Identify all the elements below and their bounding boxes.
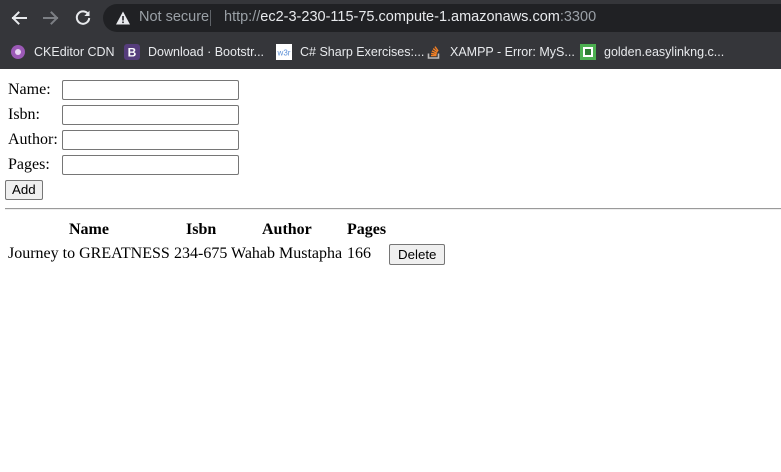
url-text[interactable]: http://ec2-3-230-115-75.compute-1.amazon… xyxy=(224,9,596,25)
browser-chrome: Not secure http://ec2-3-230-115-75.compu… xyxy=(0,0,781,69)
forward-button[interactable] xyxy=(40,7,62,29)
bookmark-label: golden.easylinkng.c... xyxy=(604,45,725,59)
url-scheme: http:// xyxy=(224,9,261,25)
cell-name: Journey to GREATNESS xyxy=(8,245,170,262)
column-header-author: Author xyxy=(262,221,312,238)
bookmark-ckeditor-cdn[interactable]: CKEditor CDN xyxy=(10,41,115,63)
page-content: Name: Isbn: Author: Pages: Add Name Isbn… xyxy=(0,69,781,472)
add-button[interactable]: Add xyxy=(5,180,43,200)
isbn-input[interactable] xyxy=(62,105,239,125)
arrow-right-icon xyxy=(43,11,59,25)
bookmark-csharp-exercises[interactable]: w3r C# Sharp Exercises:... xyxy=(276,41,424,63)
bookmark-xampp-error[interactable]: XAMPP - Error: MyS... xyxy=(426,41,575,63)
arrow-left-icon xyxy=(11,11,27,25)
divider xyxy=(5,208,781,210)
column-header-isbn: Isbn xyxy=(186,221,217,238)
stackoverflow-icon xyxy=(426,44,442,60)
reload-button[interactable] xyxy=(72,7,94,29)
back-button[interactable] xyxy=(8,7,30,29)
name-label: Name: xyxy=(8,81,51,98)
address-bar[interactable]: Not secure http://ec2-3-230-115-75.compu… xyxy=(103,4,781,32)
delete-button[interactable]: Delete xyxy=(389,244,446,265)
bootstrap-icon: B xyxy=(124,44,140,60)
warning-icon xyxy=(116,11,130,25)
pages-input[interactable] xyxy=(62,155,239,175)
reload-icon xyxy=(75,10,91,25)
bookmark-bootstrap[interactable]: B Download · Bootstr... xyxy=(124,41,264,63)
site-favicon xyxy=(580,44,596,60)
bookmark-label: CKEditor CDN xyxy=(34,45,115,59)
name-input[interactable] xyxy=(62,80,239,100)
column-header-pages: Pages xyxy=(347,221,387,238)
svg-text:w3r: w3r xyxy=(277,49,291,58)
author-label: Author: xyxy=(8,131,58,148)
security-label[interactable]: Not secure xyxy=(139,9,209,25)
bookmark-label: C# Sharp Exercises:... xyxy=(300,45,425,59)
cell-pages: 166 xyxy=(347,245,371,262)
bookmarks-bar: CKEditor CDN B Download · Bootstr... w3r… xyxy=(0,36,781,69)
omnibox-separator xyxy=(210,10,211,26)
ckeditor-icon xyxy=(10,44,26,60)
bookmark-golden-easylinkng[interactable]: golden.easylinkng.c... xyxy=(580,41,724,63)
bookmark-label: Download · Bootstr... xyxy=(148,45,265,59)
url-host: ec2-3-230-115-75.compute-1.amazonaws.com xyxy=(260,9,560,25)
svg-text:B: B xyxy=(128,46,137,60)
isbn-label: Isbn: xyxy=(8,106,40,123)
w3resource-icon: w3r xyxy=(276,44,292,60)
author-input[interactable] xyxy=(62,130,239,150)
bookmark-label: XAMPP - Error: MyS... xyxy=(450,45,575,59)
browser-toolbar: Not secure http://ec2-3-230-115-75.compu… xyxy=(0,0,781,36)
url-port: :3300 xyxy=(559,9,597,25)
pages-label: Pages: xyxy=(8,156,50,173)
cell-isbn: 234-675 xyxy=(174,245,228,262)
column-header-name: Name xyxy=(69,221,109,238)
cell-author: Wahab Mustapha xyxy=(231,245,343,262)
